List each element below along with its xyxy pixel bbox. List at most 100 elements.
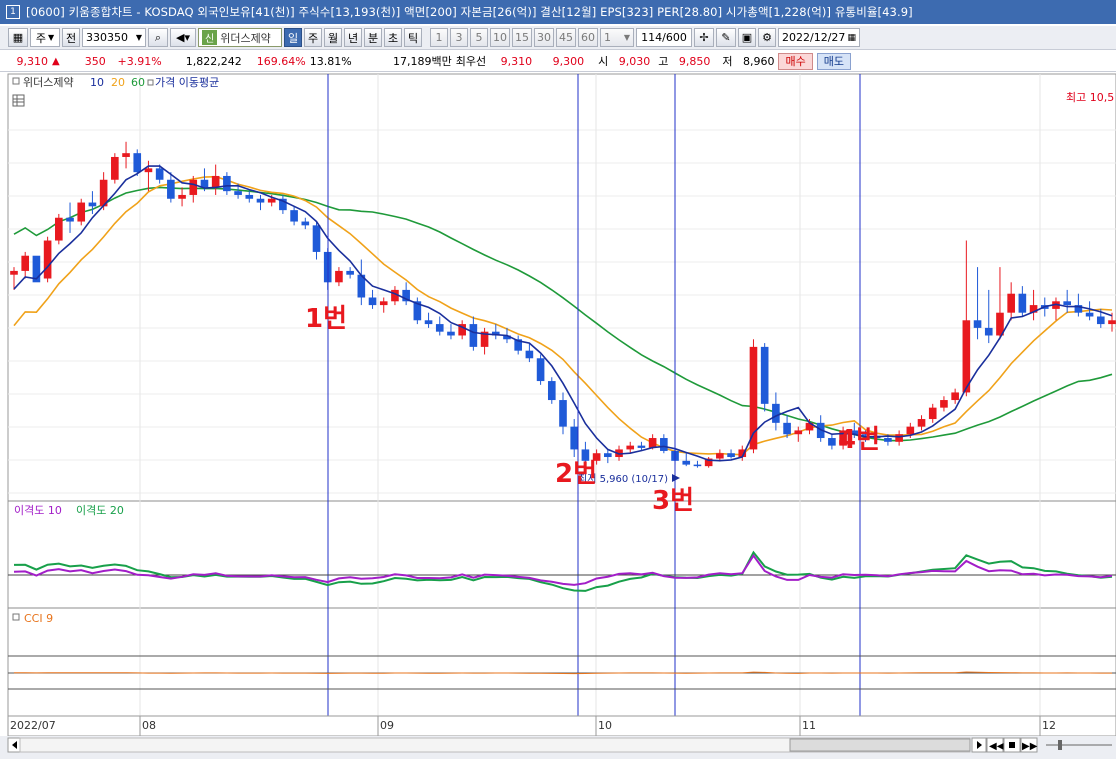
candle-up bbox=[928, 407, 937, 420]
period-button-day[interactable]: 일 bbox=[284, 28, 302, 47]
x-axis-label: 12 bbox=[1042, 719, 1056, 732]
candle-up bbox=[10, 270, 18, 275]
chevron-down-icon: ▼ bbox=[47, 33, 55, 42]
candle-down bbox=[200, 179, 209, 188]
candle-up bbox=[21, 255, 30, 271]
interval-value: 1 bbox=[604, 31, 611, 44]
candle-down bbox=[66, 217, 74, 222]
annotation-1: 1번 bbox=[305, 304, 347, 334]
gear-icon[interactable]: ⚙ bbox=[758, 28, 776, 47]
candle-down bbox=[312, 225, 321, 252]
interval-button-15[interactable]: 15 bbox=[512, 28, 532, 47]
legend-ma10: 10 bbox=[90, 76, 104, 89]
interval-select[interactable]: 1 ▼ bbox=[600, 28, 634, 47]
legend-ma20: 20 bbox=[111, 76, 125, 89]
period-button-tick[interactable]: 틱 bbox=[404, 28, 422, 47]
candle-up bbox=[906, 426, 915, 435]
interval-button-30[interactable]: 30 bbox=[534, 28, 554, 47]
annotation-2: 2번 bbox=[555, 459, 597, 489]
candle-down bbox=[1096, 316, 1105, 325]
period-button-month[interactable]: 월 bbox=[324, 28, 342, 47]
candle-up bbox=[335, 270, 343, 283]
candle-up bbox=[189, 179, 198, 195]
period-button-minute[interactable]: 분 bbox=[364, 28, 382, 47]
candle-down bbox=[424, 320, 433, 325]
chart-toolbar: ▦ 주 ▼ 전 330350 ▼ ⌕ ◀▾ 신 위더스제약 일 주 월 년 분 … bbox=[0, 26, 1116, 50]
interval-button-5[interactable]: 5 bbox=[470, 28, 488, 47]
high-price: 9,850 bbox=[678, 54, 711, 68]
change-rate: +3.91% bbox=[117, 54, 162, 68]
candle-down bbox=[682, 460, 691, 465]
low-price: 8,960 bbox=[742, 54, 775, 68]
draw-tool-icon[interactable]: ✎ bbox=[716, 28, 736, 47]
candle-down bbox=[301, 221, 310, 226]
chart-area[interactable]: 위더스제약 10 20 60 가격 이동평균 최고 10,5 최저 5,960 … bbox=[0, 73, 1116, 759]
scroll-thumb[interactable] bbox=[789, 738, 971, 752]
candle-down bbox=[234, 191, 242, 195]
candle-up bbox=[43, 240, 52, 279]
interval-button-45[interactable]: 45 bbox=[556, 28, 576, 47]
stock-chart[interactable]: 위더스제약 10 20 60 가격 이동평균 최고 10,5 최저 5,960 … bbox=[0, 73, 1116, 759]
interval-button-3[interactable]: 3 bbox=[450, 28, 468, 47]
new-badge: 신 bbox=[202, 30, 218, 45]
candle-down bbox=[435, 324, 444, 332]
candle-down bbox=[223, 175, 231, 192]
candle-down bbox=[1063, 301, 1071, 306]
calendar-icon[interactable]: ▦ bbox=[847, 33, 856, 43]
period-button-year[interactable]: 년 bbox=[344, 28, 362, 47]
zoom-slider-thumb[interactable] bbox=[1058, 740, 1062, 750]
candle-down bbox=[368, 297, 377, 306]
candle-down bbox=[973, 320, 982, 328]
speaker-icon[interactable]: ◀▾ bbox=[170, 28, 196, 47]
date-field[interactable]: 2022/12/27 ▦ bbox=[778, 28, 860, 47]
candle-down bbox=[346, 270, 354, 275]
candle-down bbox=[536, 358, 545, 382]
date-value: 2022/12/27 bbox=[782, 31, 846, 44]
best-bid: 9,300 bbox=[552, 54, 585, 68]
candle-down bbox=[155, 168, 164, 180]
interval-button-10[interactable]: 10 bbox=[490, 28, 510, 47]
candle-down bbox=[760, 346, 769, 404]
candle-up bbox=[211, 175, 220, 188]
candle-down bbox=[88, 202, 97, 207]
current-price: 9,310 bbox=[16, 54, 49, 68]
page-count-field[interactable]: 114/600 bbox=[636, 28, 692, 47]
buy-button[interactable]: 매수 bbox=[778, 52, 813, 70]
stock-code-input[interactable]: 330350 ▼ bbox=[82, 28, 146, 47]
volume: 1,822,242 bbox=[185, 54, 242, 68]
window-number-icon[interactable]: 1 bbox=[6, 5, 20, 19]
stock-code-value: 330350 bbox=[86, 31, 128, 44]
x-axis-label: 10 bbox=[598, 719, 612, 732]
rewind-icon: ◀◀ bbox=[989, 741, 1005, 752]
candle-down bbox=[604, 453, 612, 458]
sell-button[interactable]: 매도 bbox=[816, 52, 851, 70]
candle-up bbox=[379, 301, 388, 306]
candle-up bbox=[122, 153, 130, 157]
crosshair-icon[interactable]: ✢ bbox=[694, 28, 714, 47]
period-button-week[interactable]: 주 bbox=[304, 28, 322, 47]
x-axis-label: 09 bbox=[380, 719, 394, 732]
interval-button-1[interactable]: 1 bbox=[430, 28, 448, 47]
period-button-second[interactable]: 초 bbox=[384, 28, 402, 47]
stock-name-field[interactable]: 신 위더스제약 bbox=[198, 28, 282, 47]
legend-cci: CCI 9 bbox=[24, 612, 53, 625]
candle-up bbox=[55, 217, 63, 241]
candle-down bbox=[693, 464, 702, 467]
candle-down bbox=[637, 445, 646, 448]
interval-button-60[interactable]: 60 bbox=[578, 28, 598, 47]
best-ask: 9,310 bbox=[500, 54, 533, 68]
table-toggle-icon[interactable] bbox=[12, 94, 25, 107]
grid-icon[interactable]: ▦ bbox=[8, 28, 28, 47]
candle-up bbox=[1007, 293, 1015, 313]
save-icon[interactable]: ▣ bbox=[738, 28, 756, 47]
high-label: 고 bbox=[658, 55, 669, 68]
period-all-button[interactable]: 전 bbox=[62, 28, 80, 47]
search-icon[interactable]: ⌕ bbox=[148, 28, 168, 47]
candle-up bbox=[962, 320, 971, 393]
candle-up bbox=[940, 400, 948, 408]
candle-down bbox=[884, 438, 892, 442]
candle-up bbox=[626, 445, 635, 450]
chevron-down-icon: ▼ bbox=[135, 33, 142, 42]
x-axis-label: 2022/07 bbox=[10, 719, 56, 732]
market-select[interactable]: 주 ▼ bbox=[30, 28, 60, 47]
